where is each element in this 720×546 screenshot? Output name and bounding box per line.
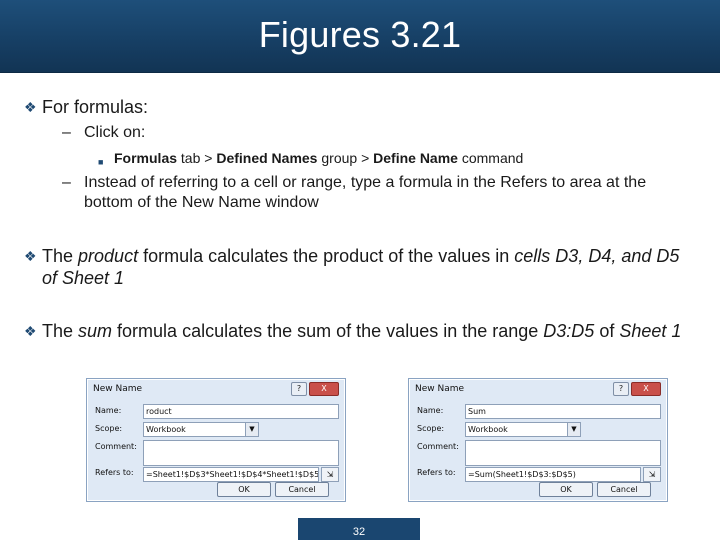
ok-button[interactable]: OK [217,482,271,497]
collapse-dialog-icon[interactable]: ⇲ [321,467,339,482]
scope-value: Workbook [146,425,186,434]
scope-select[interactable]: Workbook ▼ [143,422,259,437]
ok-button[interactable]: OK [539,482,593,497]
dialog-title: New Name [93,384,143,394]
product-italic: product [78,246,139,266]
refers-to-input[interactable]: =Sheet1!$D$3*Sheet1!$D$4*Sheet1!$D$5 [143,467,319,482]
sub-sub-bullet-path: ■ Formulas tab > Defined Names group > D… [98,149,523,171]
new-name-dialog-sum: New Name ? X Name: Sum Scope: Workbook ▼ … [408,378,668,502]
bullet-for-formulas: ❖ For formulas: [24,96,682,118]
diamond-bullet-icon: ❖ [24,323,37,339]
bullet-text: For formulas: [42,97,149,117]
help-button[interactable]: ? [613,382,629,396]
path-text: Formulas tab > Defined Names group > Def… [114,149,523,171]
bullet-product: ❖ The product formula calculates the pro… [24,245,682,289]
page-number: 32 [298,518,420,540]
chevron-down-icon[interactable]: ▼ [567,423,580,436]
formulas-tab-text: Formulas [114,150,178,166]
define-name-text: Define Name [373,150,458,166]
square-bullet-icon: ■ [98,157,104,167]
name-label: Name: [95,406,122,415]
bullet-text: The sum formula calculates the sum of th… [42,320,682,342]
defined-names-text: Defined Names [216,150,318,166]
bullet-text: The product formula calculates the produ… [42,245,682,289]
text-part: formula calculates the product of the va… [138,246,515,266]
dialog-title: New Name [415,384,465,394]
collapse-dialog-icon[interactable]: ⇲ [643,467,661,482]
new-name-dialog-product: New Name ? X Name: roduct Scope: Workboo… [86,378,346,502]
refers-to-label: Refers to: [95,468,134,477]
dash-marker: – [62,174,71,191]
refers-to-input[interactable]: =Sum(Sheet1!$D$3:$D$5) [465,467,641,482]
group-sep: group > [317,150,374,166]
text-part: The [42,246,79,266]
scope-label: Scope: [95,424,123,433]
name-label: Name: [417,406,444,415]
comment-textarea[interactable] [143,440,339,466]
slide-title: Figures 3.21 [258,14,462,55]
range-italic: D3:D5 [543,321,595,341]
cancel-button[interactable]: Cancel [275,482,329,497]
command-text: command [457,150,524,166]
scope-select[interactable]: Workbook ▼ [465,422,581,437]
diamond-bullet-icon: ❖ [24,99,37,115]
tab-sep: tab > [177,150,217,166]
sub-bullet-text: Instead of referring to a cell or range,… [84,174,647,211]
scope-label: Scope: [417,424,445,433]
sub-bullet-click-on: – Click on: [62,123,692,143]
text-part: The [42,321,79,341]
comment-label: Comment: [95,442,137,451]
text-part: formula calculates the sum of the values… [112,321,544,341]
comment-label: Comment: [417,442,459,451]
diamond-bullet-icon: ❖ [24,248,37,264]
help-button[interactable]: ? [291,382,307,396]
sum-italic: sum [78,321,113,341]
bullet-sum: ❖ The sum formula calculates the sum of … [24,320,682,342]
sub-bullet-instead: – Instead of referring to a cell or rang… [62,173,690,213]
cancel-button[interactable]: Cancel [597,482,651,497]
sub-bullet-text: Click on: [84,124,146,141]
close-button[interactable]: X [309,382,339,396]
dash-marker: – [62,124,71,141]
sheet-italic: Sheet 1 [619,321,682,341]
text-part: of [594,321,620,341]
scope-value: Workbook [468,425,508,434]
refers-to-label: Refers to: [417,468,456,477]
comment-textarea[interactable] [465,440,661,466]
close-button[interactable]: X [631,382,661,396]
name-input[interactable]: roduct [143,404,339,419]
name-input[interactable]: Sum [465,404,661,419]
slide-header: Figures 3.21 [0,0,720,73]
chevron-down-icon[interactable]: ▼ [245,423,258,436]
